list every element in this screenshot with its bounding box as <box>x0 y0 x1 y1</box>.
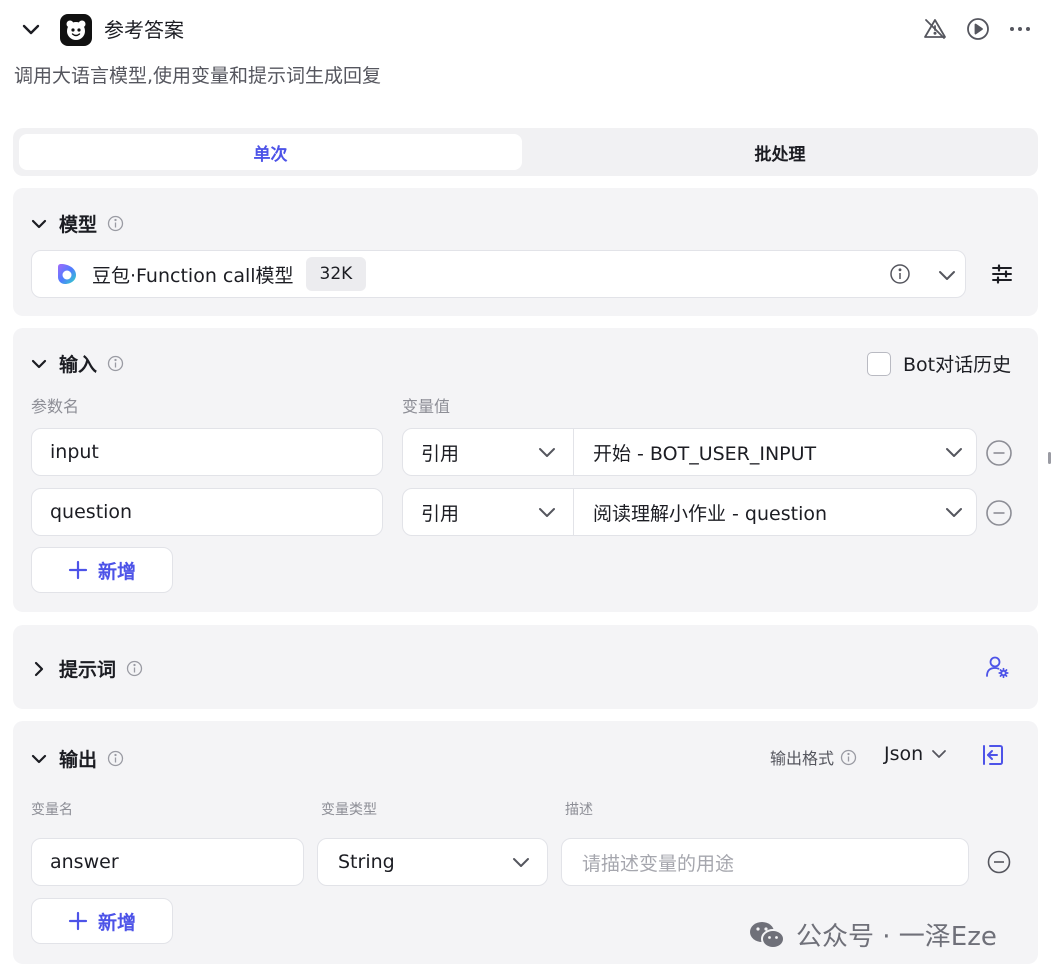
ref-variable-select[interactable]: 阅读理解小作业 - question <box>575 489 976 535</box>
ref-type-value: 引用 <box>421 442 460 465</box>
node-description: 调用大语言模型,使用变量和提示词生成回复 <box>14 65 382 87</box>
param-value-field: 引用 开始 - BOT_USER_INPUT <box>402 428 977 476</box>
output-format-select[interactable]: Json <box>884 743 949 765</box>
output-var-name-value: answer <box>50 851 119 873</box>
more-options-icon[interactable] <box>1007 16 1033 42</box>
chevron-down-icon[interactable] <box>935 263 959 287</box>
output-section: 输出 输出格式 Json 变量名 变量类型 描述 answer String 请… <box>13 721 1038 964</box>
add-input-label: 新增 <box>97 560 136 583</box>
plus-icon <box>68 911 88 931</box>
col-value-header: 变量值 <box>402 397 451 416</box>
node-title[interactable]: 参考答案 <box>104 16 184 44</box>
info-icon[interactable] <box>107 215 124 232</box>
model-section: 模型 豆包·Function call模型 32K <box>13 188 1038 316</box>
chevron-down-icon <box>929 744 949 764</box>
wechat-icon <box>748 919 786 951</box>
ref-type-select[interactable]: 引用 <box>403 489 574 535</box>
remove-row-icon[interactable] <box>986 849 1012 875</box>
chevron-down-icon <box>509 850 533 874</box>
output-desc-input[interactable]: 请描述变量的用途 <box>561 838 969 886</box>
output-type-select[interactable]: String <box>317 838 548 886</box>
section-title-output: 输出 <box>59 749 98 771</box>
output-format-value: Json <box>884 743 924 765</box>
model-settings-icon[interactable] <box>990 262 1014 286</box>
info-icon[interactable] <box>107 750 124 767</box>
bot-history-checkbox[interactable] <box>867 351 891 376</box>
model-info-icon[interactable] <box>889 263 911 285</box>
param-value-field: 引用 阅读理解小作业 - question <box>402 488 977 536</box>
section-title-input: 输入 <box>59 354 98 376</box>
ref-variable-select[interactable]: 开始 - BOT_USER_INPUT <box>575 429 976 475</box>
input-section: 输入 Bot对话历史 参数名 变量值 input 引用 开始 - BOT_USE… <box>13 328 1038 612</box>
chevron-down-icon <box>535 500 559 524</box>
mode-tabs: 单次 批处理 <box>13 128 1038 176</box>
chevron-down-icon <box>942 440 966 464</box>
add-output-button[interactable]: 新增 <box>31 898 173 944</box>
section-title-prompt: 提示词 <box>59 659 117 681</box>
output-type-value: String <box>338 851 395 873</box>
add-output-label: 新增 <box>97 911 136 934</box>
ref-type-select[interactable]: 引用 <box>403 429 574 475</box>
param-name-input[interactable]: input <box>31 428 383 476</box>
model-name: 豆包·Function call模型 <box>92 264 294 287</box>
alert-off-icon[interactable] <box>922 16 948 42</box>
tab-batch[interactable]: 批处理 <box>528 134 1032 170</box>
add-input-button[interactable]: 新增 <box>31 547 173 593</box>
col-type-header: 变量类型 <box>321 802 377 818</box>
remove-row-icon[interactable] <box>985 499 1013 527</box>
run-node-icon[interactable] <box>965 16 991 42</box>
plus-icon <box>68 560 88 580</box>
collapse-panel-icon[interactable] <box>980 742 1006 768</box>
col-param-header: 参数名 <box>31 397 80 416</box>
col-var-header: 变量名 <box>31 802 73 818</box>
param-name-input[interactable]: question <box>31 488 383 536</box>
context-length-badge: 32K <box>305 257 367 291</box>
section-collapse-icon[interactable] <box>29 354 49 374</box>
chevron-down-icon <box>535 440 559 464</box>
info-icon[interactable] <box>840 749 857 766</box>
col-desc-header: 描述 <box>565 802 593 818</box>
section-collapse-icon[interactable] <box>29 749 49 769</box>
model-select[interactable]: 豆包·Function call模型 32K <box>31 250 966 298</box>
section-title-model: 模型 <box>59 214 98 236</box>
node-logo-icon <box>60 14 92 46</box>
doubao-logo-icon <box>54 261 80 287</box>
info-icon[interactable] <box>126 660 143 677</box>
edge-handle <box>1048 452 1051 464</box>
section-collapse-icon[interactable] <box>29 214 49 234</box>
remove-row-icon[interactable] <box>985 439 1013 467</box>
collapse-chevron-icon[interactable] <box>18 16 44 42</box>
watermark: 公众号 · 一泽Eze <box>748 916 997 953</box>
param-name-value: input <box>50 441 99 463</box>
tab-single[interactable]: 单次 <box>19 134 522 170</box>
prompt-section: 提示词 <box>13 625 1038 709</box>
output-desc-placeholder: 请描述变量的用途 <box>582 852 735 875</box>
info-icon[interactable] <box>107 355 124 372</box>
ref-variable-value: 开始 - BOT_USER_INPUT <box>593 442 817 465</box>
watermark-text: 公众号 · 一泽Eze <box>796 922 997 952</box>
bot-history-label: Bot对话历史 <box>903 354 1012 376</box>
chevron-down-icon <box>942 500 966 524</box>
output-var-name-input[interactable]: answer <box>31 838 304 886</box>
ref-variable-value: 阅读理解小作业 - question <box>593 502 828 525</box>
output-format-label: 输出格式 <box>770 749 835 768</box>
ref-type-value: 引用 <box>421 502 460 525</box>
user-settings-icon[interactable] <box>984 654 1010 680</box>
param-name-value: question <box>50 501 133 523</box>
section-expand-icon[interactable] <box>29 659 49 679</box>
